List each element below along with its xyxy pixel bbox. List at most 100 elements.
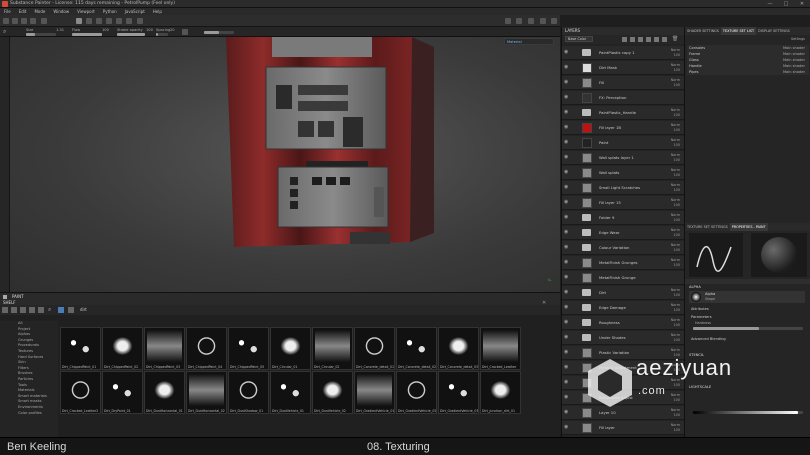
view-mode-icon[interactable] (505, 18, 511, 24)
tag-icon[interactable] (68, 307, 74, 313)
layer-row[interactable]: ◉ Edge Damage Norm 100 (562, 301, 684, 315)
layer-blend-mode[interactable]: Norm (671, 108, 680, 112)
paint-tab[interactable]: PAINT (12, 294, 24, 299)
duplicate-layer-icon[interactable] (662, 37, 667, 42)
layer-blend-mode[interactable]: Norm (671, 63, 680, 67)
layer-blend-mode[interactable]: Norm (671, 213, 680, 217)
shelf-item[interactable]: Dirt_Concrete_detail_03 (438, 327, 479, 370)
undo-icon[interactable] (3, 18, 9, 24)
shelf-item[interactable]: Dirt_DustVehicle_02 (312, 371, 353, 414)
visibility-eye-icon[interactable]: ◉ (564, 80, 569, 85)
shelf-item[interactable]: Dirt_GradientVehicle_02 (396, 371, 437, 414)
split-view-icon[interactable] (41, 18, 47, 24)
layer-opacity[interactable]: 100 (674, 338, 680, 342)
flow-value[interactable]: 100 (102, 28, 109, 32)
tab-display-settings[interactable]: DISPLAY SETTINGS (756, 27, 792, 35)
layer-name[interactable]: Wall splats (599, 170, 619, 175)
visibility-eye-icon[interactable]: ◉ (564, 245, 569, 250)
folder-icon[interactable] (2, 307, 8, 313)
layer-opacity[interactable]: 100 (674, 83, 680, 87)
menu-javascript[interactable]: JavaScript (121, 8, 149, 15)
shelf-item[interactable]: Dirt_Cracked_Leather (480, 327, 521, 370)
visibility-eye-icon[interactable]: ◉ (564, 50, 569, 55)
texture-set-row[interactable]: Glass Main shader (689, 58, 810, 63)
material-dropdown[interactable]: Material (504, 38, 554, 45)
layer-name[interactable]: FX: Perception (599, 95, 626, 100)
layer-row[interactable]: ◉ Dirt Norm 100 (562, 286, 684, 300)
layer-name[interactable]: Roughness (599, 320, 620, 325)
visibility-eye-icon[interactable]: ◉ (564, 305, 569, 310)
layer-blend-mode[interactable]: Norm (671, 228, 680, 232)
layer-row[interactable]: ◉ Folder 9 Norm 100 (562, 211, 684, 225)
layer-blend-mode[interactable]: Norm (671, 138, 680, 142)
layer-blend-mode[interactable]: Norm (671, 168, 680, 172)
shelf-item[interactable]: Dirt_ChippedPaint_02 (102, 327, 143, 370)
shelf-item[interactable]: Dirt_Concrete_detail_01 (354, 327, 395, 370)
add-mask-icon[interactable] (630, 37, 635, 42)
layer-name[interactable]: Fill layer 1B (599, 125, 621, 130)
stroke-opacity-slider[interactable] (117, 33, 145, 36)
layer-row[interactable]: ◉ Colour Variation Norm 100 (562, 241, 684, 255)
shelf-item[interactable]: Dirt_ChippedPaint_01 (60, 327, 101, 370)
layer-opacity[interactable]: 100 (674, 308, 680, 312)
layer-name[interactable]: Folder 9 (599, 215, 614, 220)
flow-slider[interactable] (72, 33, 102, 36)
layer-row[interactable]: ◉ Fill layer Norm 100 (562, 421, 684, 435)
menu-python[interactable]: Python (99, 8, 121, 15)
layer-row[interactable]: ◉ Roughness Norm 100 (562, 316, 684, 330)
layer-row[interactable]: ◉ FX: Perception (562, 91, 684, 105)
tab-properties-paint[interactable]: PROPERTIES - PAINT (729, 223, 768, 231)
paint-brush-icon[interactable] (76, 18, 82, 24)
layer-name[interactable]: Edge Wear (599, 230, 620, 235)
menu-mode[interactable]: Mode (30, 8, 49, 15)
save-icon[interactable] (29, 307, 35, 313)
visibility-eye-icon[interactable]: ◉ (564, 125, 569, 130)
tab-texture-set-list[interactable]: TEXTURE SET LIST (720, 27, 757, 35)
layer-row[interactable]: ◉ Paint Norm 100 (562, 136, 684, 150)
layer-blend-mode[interactable]: Norm (671, 153, 680, 157)
layer-blend-mode[interactable]: Norm (671, 258, 680, 262)
polygon-fill-icon[interactable] (106, 18, 112, 24)
layer-row[interactable]: ◉ Edge Wear Norm 100 (562, 226, 684, 240)
layer-blend-mode[interactable]: Norm (671, 348, 680, 352)
menu-edit[interactable]: Edit (15, 8, 31, 15)
rotation-slider[interactable] (204, 31, 234, 34)
visibility-eye-icon[interactable]: ◉ (564, 200, 569, 205)
layer-name[interactable]: PaintPlastic copy 1 (599, 50, 635, 55)
layer-row[interactable]: ◉ Wall splats layer 1 Norm 100 (562, 151, 684, 165)
layer-opacity[interactable]: 100 (674, 263, 680, 267)
visibility-eye-icon[interactable]: ◉ (564, 395, 569, 400)
layer-opacity[interactable]: 100 (674, 233, 680, 237)
clone-icon[interactable] (126, 18, 132, 24)
visibility-eye-icon[interactable]: ◉ (564, 230, 569, 235)
visibility-eye-icon[interactable]: ◉ (564, 335, 569, 340)
visibility-eye-icon[interactable]: ◉ (564, 215, 569, 220)
attributes-section[interactable]: Attributes (691, 307, 709, 311)
shelf-search-input[interactable]: dirt (80, 307, 87, 312)
layer-blend-mode[interactable]: Norm (671, 288, 680, 292)
layer-row[interactable]: ◉ PaintPlastic_Handle Norm 100 (562, 106, 684, 120)
layer-name[interactable]: Colour Variation (599, 245, 629, 250)
layer-opacity[interactable]: 100 (674, 323, 680, 327)
texture-set-row[interactable]: Consoles Main shader (689, 46, 810, 51)
layer-row[interactable]: ◉ Under Shades Norm 100 (562, 331, 684, 345)
layer-opacity[interactable]: 100 (674, 68, 680, 72)
texture-set-row[interactable]: Pipes Main shader (689, 70, 810, 75)
shelf-item[interactable]: Dirt_Concrete_detail_02 (396, 327, 437, 370)
alpha-slot[interactable]: Alpha Shape (689, 291, 805, 303)
layer-row[interactable]: ◉ Fill layer 1B Norm 100 (562, 121, 684, 135)
parameters-section[interactable]: Parameters (691, 315, 712, 319)
camera-icon[interactable] (30, 18, 36, 24)
menu-viewport[interactable]: Viewport (73, 8, 99, 15)
menu-window[interactable]: Window (49, 8, 73, 15)
shelf-item[interactable]: Dirt_Circular_01 (270, 327, 311, 370)
visibility-eye-icon[interactable]: ◉ (564, 95, 569, 100)
shelf-item[interactable]: Dirt_Junction_dirt_01 (480, 371, 521, 414)
petrol-pump-model[interactable] (10, 37, 560, 292)
add-folder-icon[interactable] (654, 37, 659, 42)
layer-blend-mode[interactable]: Norm (671, 198, 680, 202)
eraser-icon[interactable] (86, 18, 92, 24)
visibility-eye-icon[interactable]: ◉ (564, 275, 569, 280)
hardness-slider[interactable] (693, 327, 803, 330)
layer-name[interactable]: Dirt (599, 290, 606, 295)
